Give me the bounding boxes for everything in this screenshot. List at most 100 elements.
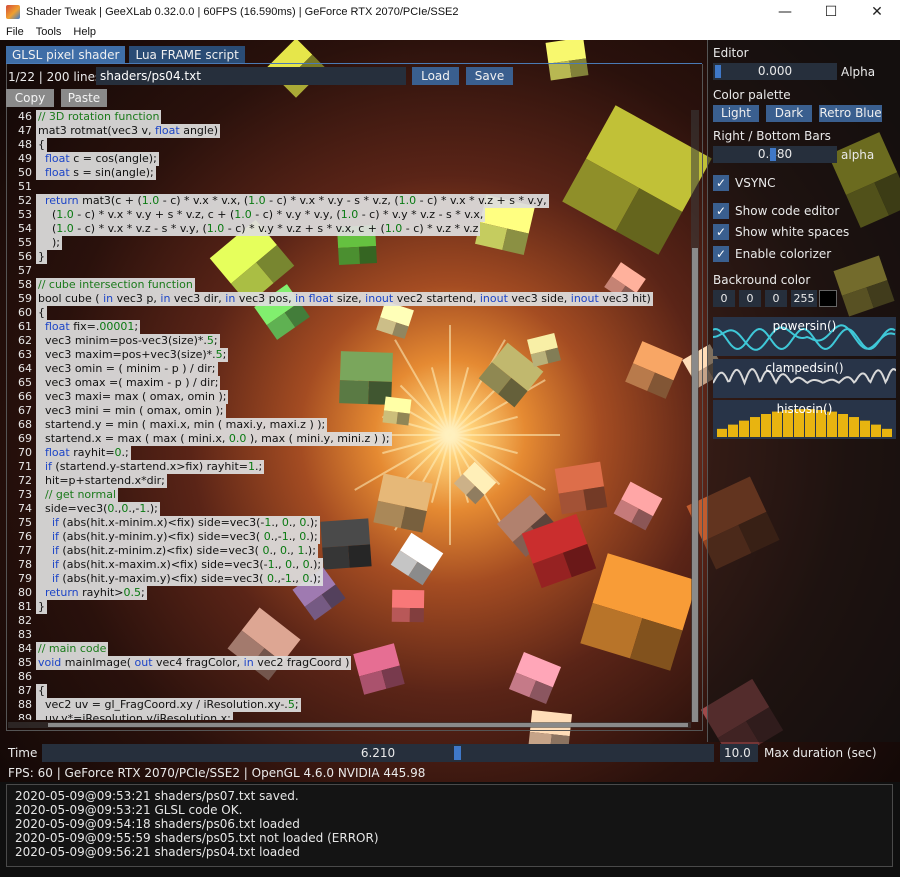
- editor-alpha-grab[interactable]: [715, 65, 721, 78]
- line-number: 64: [18, 362, 32, 375]
- bars-alpha-slider[interactable]: 0.480: [713, 146, 837, 163]
- code-line[interactable]: 88 vec2 uv = gl_FragCoord.xy / iResoluti…: [8, 698, 698, 712]
- code-line[interactable]: 54 (1.0 - c) * v.x * v.z - s * v.y, (1.0…: [8, 222, 698, 236]
- max-duration-input[interactable]: 10.0: [720, 744, 758, 762]
- histosin-plot: histosin(): [713, 400, 896, 439]
- maximize-button[interactable]: ☐: [808, 0, 854, 24]
- code-line[interactable]: 53 (1.0 - c) * v.x * v.y + s * v.z, c + …: [8, 208, 698, 222]
- enable-colorizer-checkbox[interactable]: ✓: [713, 246, 729, 262]
- bg-color-red-field[interactable]: 0: [713, 290, 735, 307]
- palette-retro-blue-button[interactable]: Retro Blue: [819, 105, 882, 122]
- time-slider-grab[interactable]: [453, 746, 461, 760]
- code-line[interactable]: 64 vec3 omin = ( minim - p ) / dir;: [8, 362, 698, 376]
- code-line[interactable]: 70 float rayhit=0.;: [8, 446, 698, 460]
- code-line[interactable]: 48 {: [8, 138, 698, 152]
- code-text: vec3 omax =( maxim - p ) / dir;: [36, 376, 221, 390]
- code-line[interactable]: 47 mat3 rotmat(vec3 v, float angle): [8, 124, 698, 138]
- code-line[interactable]: 80 return rayhit>0.5;: [8, 586, 698, 600]
- code-line[interactable]: 86: [8, 670, 698, 684]
- code-line[interactable]: 57: [8, 264, 698, 278]
- vsync-checkbox[interactable]: ✓: [713, 175, 729, 191]
- editor-vertical-scrollbar[interactable]: [691, 110, 699, 722]
- save-button[interactable]: Save: [466, 67, 513, 85]
- minimize-button[interactable]: —: [762, 0, 808, 24]
- code-line[interactable]: 56}: [8, 250, 698, 264]
- code-line[interactable]: 60 {: [8, 306, 698, 320]
- line-number: 46: [18, 110, 32, 123]
- log-console[interactable]: 2020-05-09@09:53:21 shaders/ps07.txt sav…: [6, 784, 893, 867]
- editor-horizontal-scrollbar[interactable]: [8, 722, 691, 728]
- bars-alpha-grab[interactable]: [769, 148, 776, 161]
- code-line[interactable]: 50 float s = sin(angle);: [8, 166, 698, 180]
- line-number: 77: [18, 544, 32, 557]
- code-line[interactable]: 81}: [8, 600, 698, 614]
- show-code-editor-toggle[interactable]: ✓ Show code editor: [713, 203, 839, 219]
- palette-light-button[interactable]: Light: [713, 105, 759, 122]
- code-text: // get normal: [36, 488, 119, 502]
- shader-path-input[interactable]: shaders/ps04.txt: [96, 67, 406, 85]
- show-code-editor-checkbox[interactable]: ✓: [713, 203, 729, 219]
- code-line[interactable]: 55 );: [8, 236, 698, 250]
- code-line[interactable]: 74 side=vec3(0.,0.,-1.);: [8, 502, 698, 516]
- code-line[interactable]: 69 startend.x = max ( max ( mini.x, 0.0 …: [8, 432, 698, 446]
- code-editor[interactable]: 46 // 3D rotation function 47 mat3 rotmat(v…: [8, 110, 698, 720]
- code-line[interactable]: 51: [8, 180, 698, 194]
- code-line[interactable]: 85 void mainImage( out vec4 fragColor, in…: [8, 656, 698, 670]
- code-line[interactable]: 84 // main code: [8, 642, 698, 656]
- code-text: mat3 rotmat(vec3 v, float angle): [36, 124, 221, 138]
- code-line[interactable]: 68 startend.y = min ( maxi.x, min ( maxi…: [8, 418, 698, 432]
- code-line[interactable]: 65 vec3 omax =( maxim - p ) / dir;: [8, 376, 698, 390]
- time-slider[interactable]: 6.210: [42, 744, 714, 762]
- code-line[interactable]: 73 // get normal: [8, 488, 698, 502]
- code-line[interactable]: 72 hit=p+startend.x*dir;: [8, 474, 698, 488]
- menu-tools[interactable]: Tools: [30, 26, 68, 38]
- bg-color-alpha-field[interactable]: 255: [791, 290, 817, 307]
- close-button[interactable]: ✕: [854, 0, 900, 24]
- menu-file[interactable]: File: [0, 26, 30, 38]
- code-line[interactable]: 61 float fix=.00001;: [8, 320, 698, 334]
- code-line[interactable]: 52 return mat3(c + (1.0 - c) * v.x * v.x…: [8, 194, 698, 208]
- bg-color-blue-field[interactable]: 0: [765, 290, 787, 307]
- show-white-spaces-toggle[interactable]: ✓ Show white spaces: [713, 224, 849, 240]
- code-text: return mat3(c + (1.0 - c) * v.x * v.x, (…: [36, 194, 549, 208]
- vsync-toggle[interactable]: ✓ VSYNC: [713, 175, 776, 191]
- code-line[interactable]: 79 if (abs(hit.y-maxim.y)<fix) side=vec3…: [8, 572, 698, 586]
- show-white-spaces-checkbox[interactable]: ✓: [713, 224, 729, 240]
- tab-glsl-pixel-shader[interactable]: GLSL pixel shader: [6, 46, 126, 64]
- editor-alpha-slider[interactable]: 0.000: [713, 63, 837, 80]
- editor-horizontal-scroll-thumb[interactable]: [48, 723, 688, 727]
- code-line[interactable]: 71 if (startend.y-startend.x>fix) rayhit…: [8, 460, 698, 474]
- code-line[interactable]: 77 if (abs(hit.z-minim.z)<fix) side=vec3…: [8, 544, 698, 558]
- line-number: 65: [18, 376, 32, 389]
- code-line[interactable]: 75 if (abs(hit.x-minim.x)<fix) side=vec3…: [8, 516, 698, 530]
- copy-button[interactable]: Copy: [6, 89, 54, 107]
- code-line[interactable]: 58 // cube intersection function: [8, 278, 698, 292]
- code-line[interactable]: 76 if (abs(hit.y-minim.y)<fix) side=vec3…: [8, 530, 698, 544]
- tab-lua-frame-script[interactable]: Lua FRAME script: [129, 46, 245, 64]
- code-line[interactable]: 67 vec3 mini = min ( omax, omin );: [8, 404, 698, 418]
- code-line[interactable]: 78 if (abs(hit.x-maxim.x)<fix) side=vec3…: [8, 558, 698, 572]
- bg-color-swatch[interactable]: [819, 290, 837, 307]
- code-line[interactable]: 63 vec3 maxim=pos+vec3(size)*.5;: [8, 348, 698, 362]
- bg-color-green-field[interactable]: 0: [739, 290, 761, 307]
- code-line[interactable]: 62 vec3 minim=pos-vec3(size)*.5;: [8, 334, 698, 348]
- code-line[interactable]: 82: [8, 614, 698, 628]
- paste-button[interactable]: Paste: [61, 89, 107, 107]
- line-number: 71: [18, 460, 32, 473]
- load-button[interactable]: Load: [412, 67, 459, 85]
- code-line[interactable]: 46 // 3D rotation function: [8, 110, 698, 124]
- code-line[interactable]: 83: [8, 628, 698, 642]
- code-line[interactable]: 87 {: [8, 684, 698, 698]
- enable-colorizer-toggle[interactable]: ✓ Enable colorizer: [713, 246, 831, 262]
- code-line[interactable]: 49 float c = cos(angle);: [8, 152, 698, 166]
- line-number: 62: [18, 334, 32, 347]
- editor-vertical-scroll-thumb[interactable]: [692, 248, 698, 722]
- code-line[interactable]: 66 vec3 maxi= max ( omax, omin );: [8, 390, 698, 404]
- line-number: 75: [18, 516, 32, 529]
- code-text: if (abs(hit.z-minim.z)<fix) side=vec3( 0…: [36, 544, 318, 558]
- code-line[interactable]: 89 uv.y*=iResolution.y/iResolution.x;: [8, 712, 698, 720]
- menu-help[interactable]: Help: [67, 26, 102, 38]
- palette-dark-button[interactable]: Dark: [766, 105, 812, 122]
- code-line[interactable]: 59 bool cube ( in vec3 p, in vec3 dir, in…: [8, 292, 698, 306]
